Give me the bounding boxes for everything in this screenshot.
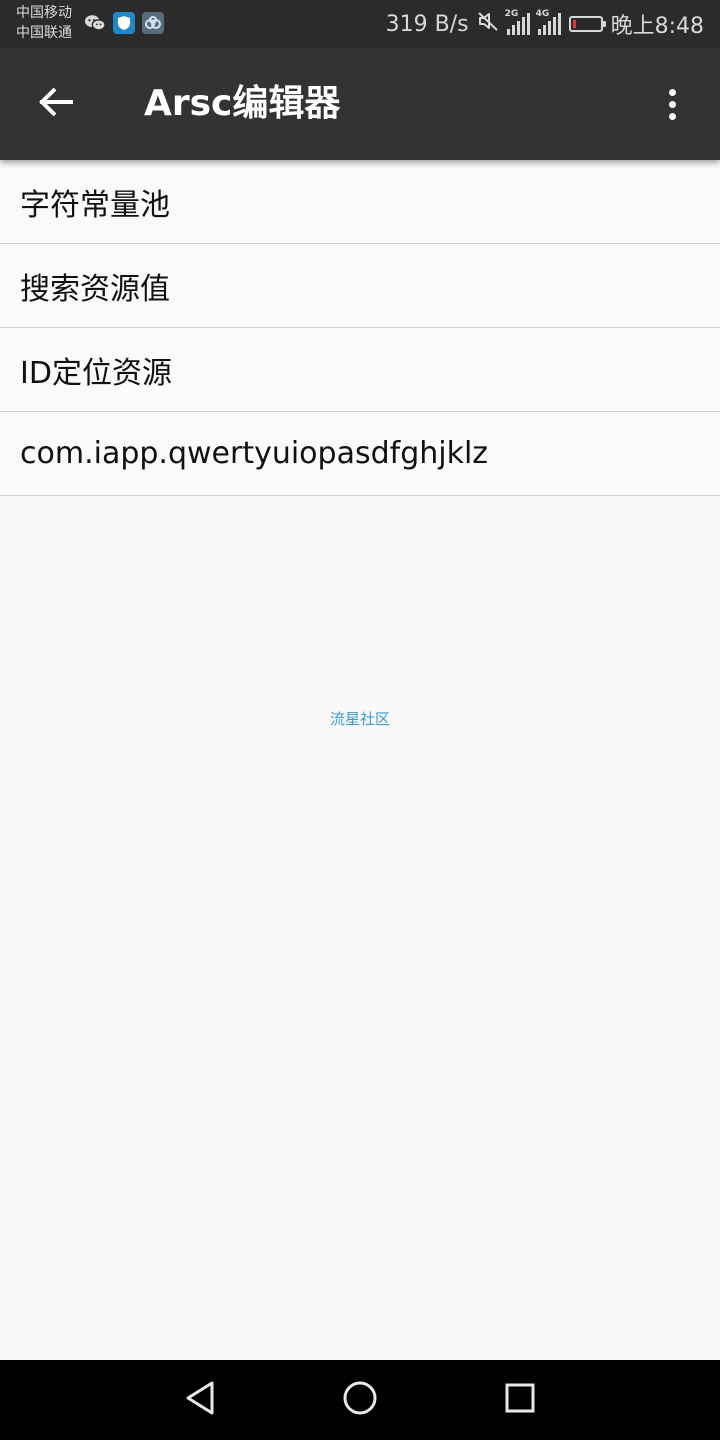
status-right: 319 B/s 2G 4G 晚上8:48: [386, 0, 704, 48]
square-recents-icon: [504, 1382, 536, 1418]
screen: 中国移动 中国联通 319 B/s 2G 4G 晚上8:48 Arsc编辑器 字…: [0, 0, 720, 1440]
back-button[interactable]: [28, 78, 84, 130]
mute-icon: [477, 10, 499, 38]
network-speed: 319 B/s: [385, 11, 469, 37]
carrier-2: 中国联通: [16, 25, 72, 41]
page-title: Arsc编辑器: [144, 83, 341, 124]
arrow-left-icon: [38, 86, 74, 122]
signal-4g-icon: 4G: [536, 9, 561, 35]
list-item-id-locate[interactable]: ID定位资源: [0, 328, 720, 412]
shield-app-icon: [113, 12, 135, 34]
carrier-info: 中国移动 中国联通: [16, 3, 72, 43]
circle-home-icon: [342, 1380, 378, 1420]
nav-recents-button[interactable]: [500, 1380, 540, 1420]
more-vert-icon: [668, 88, 676, 96]
wechat-icon: [84, 12, 106, 34]
menu-list: 字符常量池 搜索资源值 ID定位资源 com.iapp.qwertyuiopas…: [0, 160, 720, 496]
clock: 晚上8:48: [610, 14, 704, 39]
triangle-back-icon: [184, 1380, 216, 1420]
watermark-text: 流星社区: [329, 710, 390, 728]
gallery-app-icon: [142, 12, 164, 34]
navigation-bar: [0, 1360, 720, 1440]
list-item-package[interactable]: com.iapp.qwertyuiopasdfghjklz: [0, 412, 720, 496]
signal-2g-icon: 2G: [505, 9, 530, 35]
battery-level: [572, 20, 576, 28]
nav-home-button[interactable]: [340, 1380, 380, 1420]
notification-icons: [84, 12, 164, 34]
overflow-menu-button[interactable]: [652, 84, 692, 124]
carrier-1: 中国移动: [16, 5, 72, 21]
nav-back-button[interactable]: [180, 1380, 220, 1420]
status-bar: 中国移动 中国联通 319 B/s 2G 4G 晚上8:48: [0, 0, 720, 48]
list-item-search-resource[interactable]: 搜索资源值: [0, 244, 720, 328]
battery-icon: [568, 16, 606, 32]
list-item-string-pool[interactable]: 字符常量池: [0, 160, 720, 244]
app-bar: Arsc编辑器: [0, 48, 720, 160]
